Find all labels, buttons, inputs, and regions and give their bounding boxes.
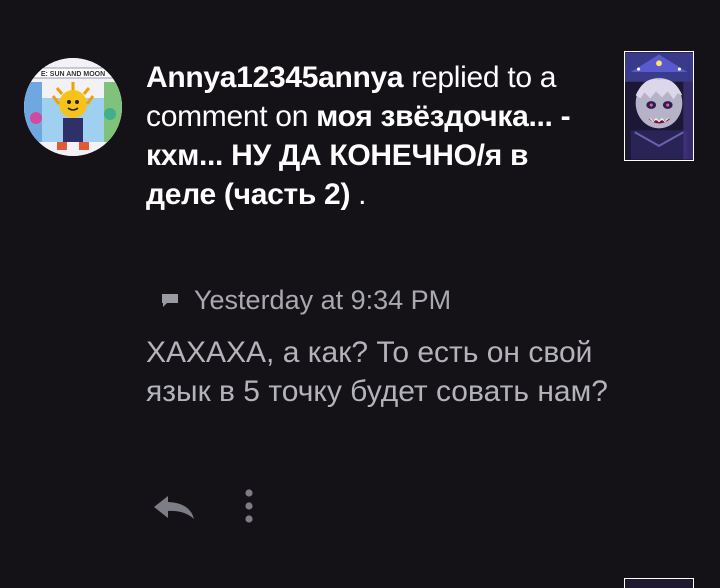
notification-headline[interactable]: Annya12345annya replied to a comment on … xyxy=(146,58,586,214)
next-post-thumbnail[interactable] xyxy=(624,578,694,588)
reply-icon[interactable] xyxy=(150,488,198,524)
more-vertical-icon[interactable] xyxy=(244,488,254,524)
timestamp: Yesterday at 9:34 PM xyxy=(194,284,452,315)
comment-icon xyxy=(160,290,180,310)
comment-actions xyxy=(150,488,254,524)
avatar-image: E: SUN AND MOON xyxy=(24,58,122,156)
username-link[interactable]: Annya12345annya xyxy=(146,61,404,94)
post-title-suffix: . xyxy=(350,178,367,211)
notification-meta: Yesterday at 9:34 PM xyxy=(160,285,451,315)
notification-screen: E: SUN AND MOON Annya12345annya replied … xyxy=(0,0,720,588)
comment-text: ХАХАХА, а как? То есть он свой язык в 5 … xyxy=(146,336,608,408)
thumbnail-image xyxy=(625,52,693,160)
user-avatar[interactable]: E: SUN AND MOON xyxy=(24,58,122,156)
avatar-caption: E: SUN AND MOON xyxy=(41,71,105,78)
post-thumbnail[interactable] xyxy=(624,51,694,161)
